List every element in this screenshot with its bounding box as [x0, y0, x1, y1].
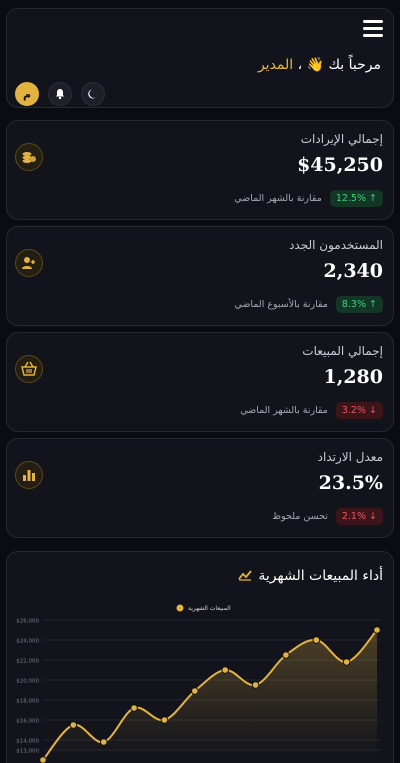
y-tick-label: $14,000	[16, 739, 39, 745]
trend-badge: 2.1% ↓	[335, 508, 383, 525]
data-point	[160, 716, 169, 724]
badge-value: 3.2%	[341, 405, 366, 416]
trend-badge: 3.2% ↓	[335, 402, 383, 419]
menu-icon[interactable]	[363, 20, 383, 38]
bar-chart-icon	[15, 461, 43, 489]
arrow-up-icon: ↑	[369, 193, 377, 204]
data-point	[99, 738, 108, 746]
revenue-card: إجمالي الإيرادات $45,250 12.5% ↑ مقارنة …	[6, 120, 394, 220]
greeting-text: مرحباً بك 👋 ،	[297, 57, 381, 73]
data-point	[373, 626, 381, 634]
data-point	[282, 651, 290, 659]
card-value: 2,340	[323, 260, 384, 282]
user-plus-icon	[15, 249, 43, 277]
card-value: 23.5%	[318, 472, 383, 494]
data-point	[342, 658, 351, 666]
y-tick-label: $22,000	[16, 659, 39, 665]
arrow-up-icon: ↑	[369, 299, 377, 310]
greeting: مرحباً بك 👋 ، المدير	[258, 57, 381, 73]
data-point	[221, 666, 229, 674]
chart-title: أداء المبيعات الشهرية	[258, 567, 383, 584]
card-value: $45,250	[297, 154, 383, 176]
card-footer: 12.5% ↑ مقارنة بالشهر الماضي	[234, 190, 383, 207]
card-footer: 3.2% ↓ مقارنة بالشهر الماضي	[240, 402, 383, 419]
card-title: معدل الارتداد	[317, 450, 383, 464]
legend-swatch	[176, 604, 184, 612]
header-actions: م	[15, 82, 105, 106]
data-point	[251, 681, 260, 689]
badge-value: 8.3%	[341, 299, 366, 310]
data-point	[130, 704, 138, 712]
card-caption: تحسن ملحوظ	[272, 511, 328, 522]
card-caption: مقارنة بالأسبوع الماضي	[234, 299, 328, 310]
trend-badge: 12.5% ↑	[329, 190, 383, 207]
y-tick-label: $16,000	[16, 719, 39, 725]
card-title: المستخدمون الجدد	[289, 238, 383, 252]
card-value: 1,280	[323, 366, 384, 388]
bounce-rate-card: معدل الارتداد 23.5% 2.1% ↓ تحسن ملحوظ	[6, 438, 394, 538]
series-area	[43, 630, 377, 760]
chart-header: أداء المبيعات الشهرية	[238, 566, 383, 585]
card-title: إجمالي المبيعات	[302, 344, 383, 358]
trend-line-icon	[238, 566, 253, 585]
card-title: إجمالي الإيرادات	[300, 132, 383, 146]
badge-value: 2.1%	[341, 511, 366, 522]
data-point	[312, 636, 321, 644]
y-tick-label: $24,000	[16, 639, 39, 645]
arrow-down-icon: ↓	[369, 511, 377, 522]
sales-card: إجمالي المبيعات 1,280 3.2% ↓ مقارنة بالش…	[6, 332, 394, 432]
greeting-role: المدير	[257, 57, 294, 73]
y-tick-label: $26,000	[16, 619, 39, 625]
data-point	[39, 756, 47, 763]
data-point	[191, 687, 199, 695]
card-footer: 2.1% ↓ تحسن ملحوظ	[272, 508, 383, 525]
badge-value: 12.5%	[335, 193, 366, 204]
card-caption: مقارنة بالشهر الماضي	[234, 193, 322, 204]
legend-label: المبيعات الشهرية	[188, 605, 231, 612]
trend-badge: 8.3% ↑	[335, 296, 383, 313]
card-caption: مقارنة بالشهر الماضي	[240, 405, 328, 416]
sales-chart-card: أداء المبيعات الشهرية $13,000 $14,000 $16,…	[6, 551, 394, 763]
header-panel: مرحباً بك 👋 ، المدير م	[6, 8, 394, 108]
card-footer: 8.3% ↑ مقارنة بالأسبوع الماضي	[234, 296, 383, 313]
new-users-card: المستخدمون الجدد 2,340 8.3% ↑ مقارنة بال…	[6, 226, 394, 326]
y-tick-label: $18,000	[16, 699, 39, 705]
basket-icon	[15, 355, 43, 383]
sales-line-chart: $13,000 $14,000 $16,000 $18,000 $20,000 $22,0…	[16, 604, 381, 763]
arrow-down-icon: ↓	[369, 405, 377, 416]
bell-icon[interactable]	[48, 82, 72, 106]
coins-icon	[15, 143, 43, 171]
y-tick-label: $13,000	[16, 749, 39, 755]
data-point	[69, 721, 78, 729]
moon-icon[interactable]	[81, 82, 105, 106]
avatar[interactable]: م	[15, 82, 39, 106]
y-tick-label: $20,000	[16, 679, 39, 685]
